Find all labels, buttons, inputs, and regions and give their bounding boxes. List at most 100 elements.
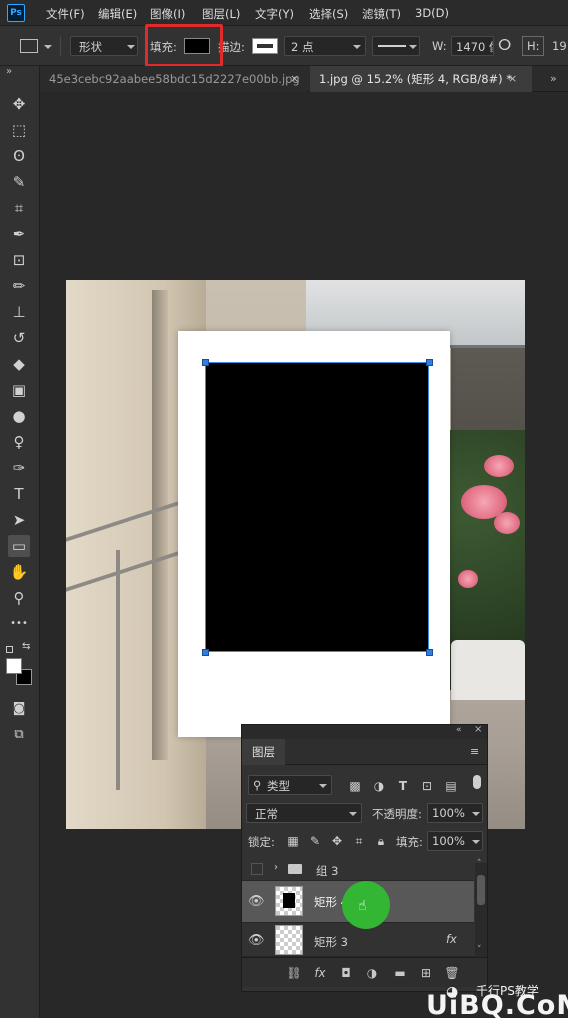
tab-document-2[interactable]: 1.jpg @ 15.2% (矩形 4, RGB/8#) *: [310, 66, 532, 92]
lock-position-icon[interactable]: ✥: [330, 834, 344, 848]
swap-colors-icon[interactable]: ⇆: [22, 641, 30, 652]
layer-row-rectangle-3[interactable]: 👁︎ 矩形 3 fx: [242, 923, 474, 957]
watermark-main: UiBQ.CoM: [420, 984, 568, 1018]
tool-preset-chevron-icon[interactable]: [44, 45, 52, 49]
new-layer-icon[interactable]: ⊞: [418, 966, 434, 980]
close-icon[interactable]: ×: [290, 66, 299, 92]
stroke-color-swatch[interactable]: [252, 38, 278, 54]
photoshop-logo-icon: Ps: [7, 4, 25, 22]
blur-tool-icon[interactable]: ●: [8, 405, 30, 427]
menu-3d[interactable]: 3D(D): [415, 6, 449, 20]
eraser-tool-icon[interactable]: ◆: [8, 353, 30, 375]
height-label: H:: [527, 39, 540, 53]
stroke-width-select[interactable]: 2 点: [284, 36, 366, 56]
stamp-tool-icon[interactable]: ⊥: [8, 301, 30, 323]
lock-image-icon[interactable]: ✎: [308, 834, 322, 848]
default-colors-icon[interactable]: [6, 646, 13, 653]
panel-menu-icon[interactable]: ≡: [470, 745, 479, 758]
stroke-swatch-line-icon: [257, 44, 273, 48]
quick-mask-icon[interactable]: ◙: [8, 698, 30, 720]
visibility-toggle-off[interactable]: [251, 863, 263, 875]
tool-preset-icon[interactable]: [20, 39, 38, 53]
anchor-point[interactable]: [202, 359, 209, 366]
more-tools-icon[interactable]: •••: [8, 613, 30, 635]
lasso-tool-icon[interactable]: ʘ: [8, 145, 30, 167]
scrollbar-thumb[interactable]: [477, 875, 485, 905]
tab-layers[interactable]: 图层: [242, 739, 285, 765]
filter-type-select[interactable]: ⚲ 类型: [248, 775, 332, 795]
menu-select[interactable]: 选择(S): [309, 6, 348, 22]
height-label-box: H:: [522, 36, 544, 56]
pen-tool-icon[interactable]: ✑: [8, 457, 30, 479]
frame-tool-icon[interactable]: ⊡: [8, 249, 30, 271]
tab-document-1[interactable]: 45e3cebc92aabee58bdc15d2227e00bb.jpg: [40, 66, 308, 92]
photo-flower: [458, 570, 478, 588]
close-icon[interactable]: ×: [474, 724, 482, 735]
marquee-tool-icon[interactable]: ⬚: [8, 119, 30, 141]
foreground-color-swatch[interactable]: [6, 658, 22, 674]
fill-highlight-annotation: [145, 24, 223, 67]
link-icon[interactable]: ⛓︎: [286, 966, 302, 980]
menu-file[interactable]: 文件(F): [46, 6, 85, 22]
zoom-tool-icon[interactable]: ⚲: [8, 587, 30, 609]
more-tabs-icon[interactable]: »: [550, 66, 557, 92]
type-tool-icon[interactable]: T: [8, 483, 30, 505]
trash-icon[interactable]: 🗑︎: [444, 966, 460, 980]
eye-icon[interactable]: 👁︎: [248, 933, 265, 948]
link-dimensions-icon[interactable]: ⵔ: [498, 36, 511, 54]
filter-type-icon[interactable]: T: [396, 779, 410, 793]
history-brush-tool-icon[interactable]: ↺: [8, 327, 30, 349]
screen-mode-icon[interactable]: ⧉: [8, 724, 30, 746]
rectangle-tool-icon[interactable]: ▭: [8, 535, 30, 557]
menu-filter[interactable]: 滤镜(T): [362, 6, 401, 22]
layer-row-group-3[interactable]: › 组 3: [242, 859, 474, 881]
eyedropper-tool-icon[interactable]: ✒: [8, 223, 30, 245]
filter-adjustment-icon[interactable]: ◑: [372, 779, 386, 793]
fill-input[interactable]: 100%: [427, 831, 483, 851]
mask-icon[interactable]: ◘: [338, 966, 354, 980]
menu-edit[interactable]: 编辑(E): [98, 6, 137, 22]
filter-shape-icon[interactable]: ⊡: [420, 779, 434, 793]
shape-mode-select[interactable]: 形状: [70, 36, 138, 56]
stroke-type-select[interactable]: [372, 36, 420, 56]
group-icon[interactable]: ▬: [392, 966, 408, 980]
blend-mode-value: 正常: [255, 807, 278, 821]
scroll-down-icon[interactable]: ˅: [477, 945, 482, 955]
eye-icon[interactable]: 👁︎: [248, 894, 265, 909]
close-icon[interactable]: ×: [508, 66, 517, 92]
layer-effects-icon[interactable]: fx: [446, 932, 457, 946]
blend-mode-select[interactable]: 正常: [246, 803, 362, 823]
anchor-point[interactable]: [426, 359, 433, 366]
gradient-tool-icon[interactable]: ▣: [8, 379, 30, 401]
quick-select-tool-icon[interactable]: ✎: [8, 171, 30, 193]
chevron-right-icon[interactable]: ›: [274, 862, 278, 873]
width-input[interactable]: 1470 像: [451, 36, 494, 56]
filter-toggle[interactable]: [473, 775, 481, 789]
height-value[interactable]: 19: [552, 39, 567, 53]
anchor-point[interactable]: [426, 649, 433, 656]
opacity-input[interactable]: 100%: [427, 803, 483, 823]
crop-tool-icon[interactable]: ⌗: [8, 197, 30, 219]
menu-type[interactable]: 文字(Y): [255, 6, 294, 22]
move-tool-icon[interactable]: ✥: [8, 93, 30, 115]
filter-pixel-icon[interactable]: ▩: [348, 779, 362, 793]
dodge-tool-icon[interactable]: ♀: [8, 431, 30, 453]
filter-smart-object-icon[interactable]: ▤: [444, 779, 458, 793]
menu-layer[interactable]: 图层(L): [202, 6, 240, 22]
fx-icon[interactable]: fx: [312, 966, 328, 980]
lock-transparent-icon[interactable]: ▦: [286, 834, 300, 848]
photo-flower: [484, 455, 514, 477]
menu-image[interactable]: 图像(I): [150, 6, 185, 22]
path-select-tool-icon[interactable]: ➤: [8, 509, 30, 531]
lock-all-icon[interactable]: 🔒︎: [374, 834, 388, 848]
brush-tool-icon[interactable]: ✏: [8, 275, 30, 297]
hand-tool-icon[interactable]: ✋: [8, 561, 30, 583]
layers-scrollbar[interactable]: ˄ ˅: [475, 859, 487, 963]
adjustment-icon[interactable]: ◑: [364, 966, 380, 980]
lock-artboard-icon[interactable]: ⌗: [352, 834, 366, 848]
collapse-icon[interactable]: «: [456, 725, 462, 735]
collapse-panel-icon[interactable]: »: [6, 66, 12, 77]
anchor-point[interactable]: [202, 649, 209, 656]
panel-header: « ×: [242, 724, 487, 739]
scroll-up-icon[interactable]: ˄: [477, 859, 482, 869]
